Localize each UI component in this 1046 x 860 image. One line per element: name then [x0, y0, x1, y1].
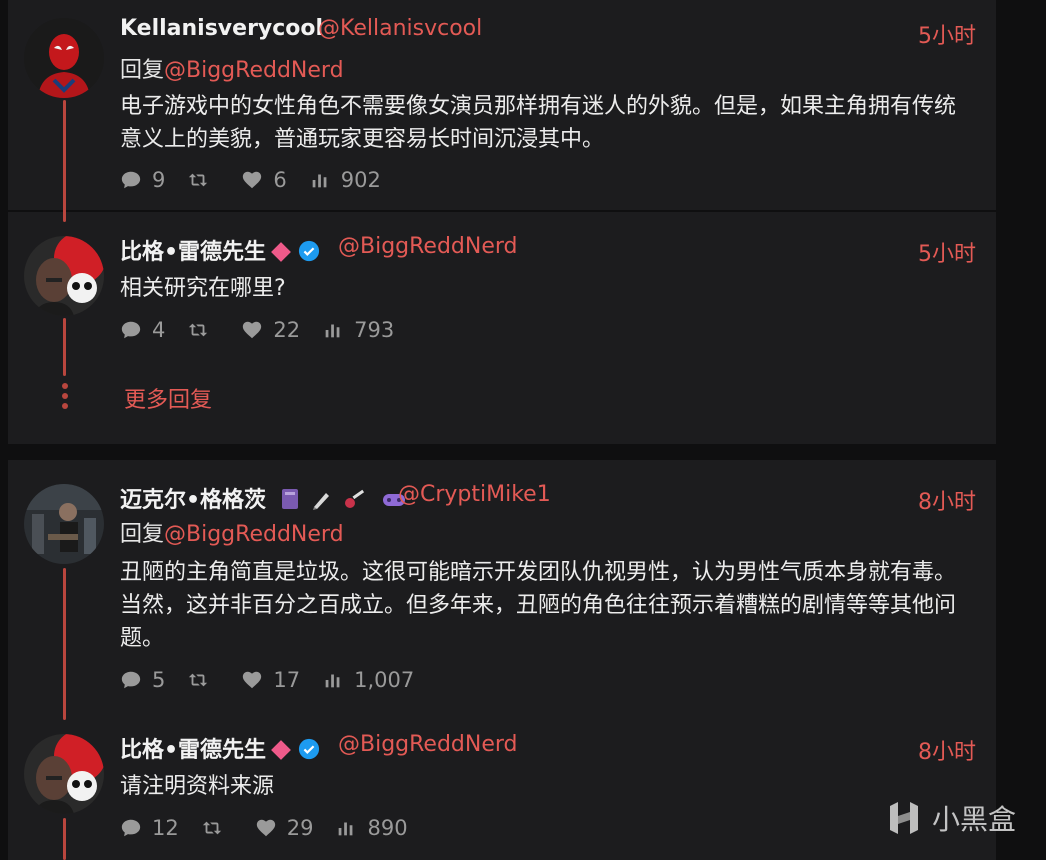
comment-icon [121, 321, 141, 339]
heart-icon [256, 819, 275, 837]
view-count: 902 [340, 168, 381, 192]
author-name-text: 比格•雷德先生 [120, 738, 267, 763]
author-name[interactable]: 比格•雷德先生 [120, 732, 328, 764]
bar-chart-icon [339, 822, 353, 836]
tweet-text: 电子游戏中的女性角色不需要像女演员那样拥有迷人的外貌。但是，如果主角拥有传统意义… [120, 94, 957, 152]
timestamp[interactable]: 5小时 [918, 236, 976, 268]
comment-icon [121, 819, 141, 837]
tweet-stats: 4 22 793 [120, 318, 416, 342]
author-name-text: 迈克尔•格格茨 [120, 488, 267, 513]
heart-icon [243, 671, 262, 689]
reply-count: 12 [152, 816, 179, 840]
bar-chart-icon [325, 674, 340, 688]
bar-chart-icon [325, 324, 340, 338]
reply-button[interactable]: 12 [120, 816, 179, 840]
like-count: 29 [286, 816, 314, 840]
reply-handle-link[interactable]: @BiggReddNerd [164, 58, 344, 83]
more-dots-icon [62, 383, 68, 413]
notebook-icon [281, 489, 298, 509]
author-handle[interactable]: @Kellanisvcool [318, 16, 482, 41]
author-name[interactable]: 迈克尔•格格茨 [120, 482, 407, 514]
reply-button[interactable]: 5 [120, 668, 165, 692]
tweet-stats: 12 29 890 [120, 816, 430, 840]
diamond-icon [271, 740, 291, 760]
thread-line [63, 568, 66, 720]
like-button[interactable]: 6 [241, 168, 287, 192]
pen-icon [313, 493, 330, 510]
reply-handle-link[interactable]: @BiggReddNerd [164, 522, 344, 547]
author-handle[interactable]: @BiggReddNerd [338, 732, 518, 757]
retweet-icon [202, 821, 221, 835]
avatar[interactable] [24, 236, 104, 316]
reply-button[interactable]: 9 [120, 168, 165, 192]
like-count: 22 [273, 318, 301, 342]
more-replies-link[interactable]: 更多回复 [124, 382, 212, 414]
diamond-icon [271, 242, 291, 262]
tweet-stats: 5 17 1,007 [120, 668, 436, 692]
verified-icon [298, 240, 320, 262]
retweet-button[interactable] [201, 817, 233, 839]
guitar-icon [345, 489, 365, 508]
view-count: 793 [354, 318, 395, 342]
comment-icon [121, 671, 141, 689]
avatar[interactable] [24, 734, 104, 814]
timestamp[interactable]: 5小时 [918, 18, 976, 50]
heybox-logo-icon [889, 802, 918, 834]
heart-icon [243, 321, 262, 339]
bar-chart-icon [312, 174, 327, 188]
author-name-text: 比格•雷德先生 [120, 240, 267, 265]
retweet-icon [189, 173, 208, 187]
reply-to: 回复@BiggReddNerd [120, 52, 344, 84]
reply-count: 4 [152, 318, 166, 342]
view-count: 1,007 [354, 668, 415, 692]
reply-prefix: 回复 [120, 58, 165, 83]
views-button[interactable]: 902 [309, 168, 381, 192]
retweet-button[interactable] [187, 169, 219, 191]
views-button[interactable]: 890 [335, 816, 408, 840]
retweet-icon [189, 323, 208, 337]
views-button[interactable]: 793 [322, 318, 394, 342]
retweet-button[interactable] [187, 319, 219, 341]
like-count: 6 [273, 168, 287, 192]
thread-line [63, 100, 66, 222]
tweet-text: 丑陋的主角简直是垃圾。这很可能暗示开发团队仇视男性，认为男性气质本身就有毒。当然… [120, 560, 957, 651]
avatar[interactable] [24, 484, 104, 564]
like-button[interactable]: 17 [241, 668, 300, 692]
view-count: 890 [367, 816, 408, 840]
watermark: 小黑盒 [884, 798, 1016, 838]
avatar[interactable] [24, 18, 104, 98]
author-handle[interactable]: @CryptiMike1 [398, 482, 551, 507]
reply-prefix: 回复 [120, 522, 165, 547]
like-button[interactable]: 29 [255, 816, 314, 840]
reply-to: 回复@BiggReddNerd [120, 516, 344, 548]
thread-line [63, 318, 66, 376]
retweet-icon [189, 673, 208, 687]
timestamp[interactable]: 8小时 [918, 734, 976, 766]
watermark-text: 小黑盒 [931, 803, 1016, 836]
tweet-text: 相关研究在哪里? [120, 276, 286, 301]
like-count: 17 [273, 668, 301, 692]
author-handle[interactable]: @BiggReddNerd [338, 234, 518, 259]
reply-count: 9 [152, 168, 166, 192]
timestamp[interactable]: 8小时 [918, 484, 976, 516]
author-name[interactable]: Kellanisverycool [120, 16, 323, 41]
tweet-text: 请注明资料来源 [120, 774, 275, 799]
reply-count: 5 [152, 668, 166, 692]
verified-icon [298, 738, 320, 760]
tweet-stats: 9 6 902 [120, 168, 403, 192]
comment-icon [121, 171, 141, 189]
thread-line [63, 818, 66, 860]
heart-icon [243, 171, 262, 189]
like-button[interactable]: 22 [241, 318, 300, 342]
views-button[interactable]: 1,007 [322, 668, 414, 692]
reply-button[interactable]: 4 [120, 318, 165, 342]
author-name[interactable]: 比格•雷德先生 [120, 234, 328, 266]
retweet-button[interactable] [187, 669, 219, 691]
